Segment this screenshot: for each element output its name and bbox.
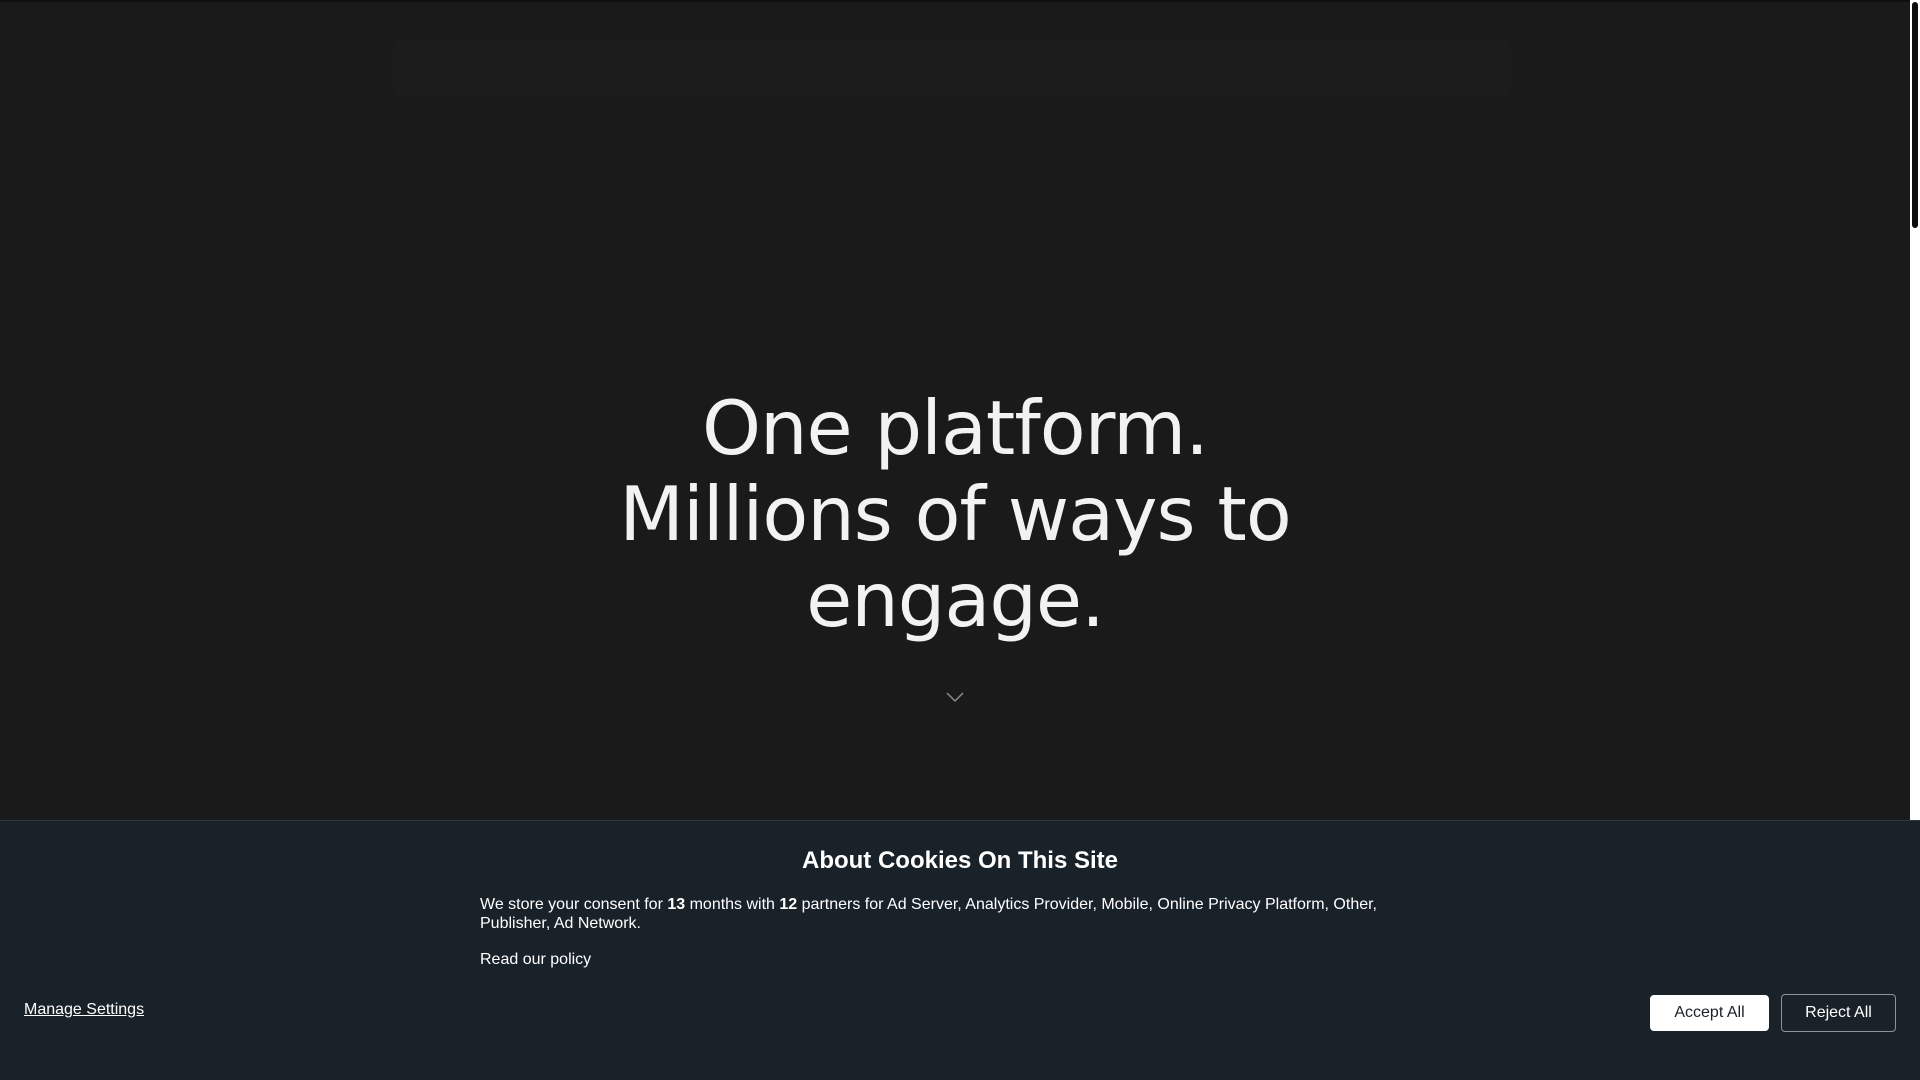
hero-line-1: One platform. — [701, 384, 1209, 472]
navigation-bar — [392, 40, 1512, 96]
hero-heading: One platform. Millions of ways to engage… — [0, 385, 1910, 643]
scrollbar-thumb[interactable] — [1912, 2, 1918, 228]
read-policy-link[interactable]: Read our policy — [480, 951, 591, 969]
hero-line-2: Millions of ways to — [619, 470, 1291, 558]
reject-all-button[interactable]: Reject All — [1781, 994, 1896, 1032]
top-edge — [0, 0, 1910, 2]
hero-line-3: engage. — [806, 556, 1105, 644]
cookie-consent-text: We store your consent for 13 months with… — [480, 895, 1420, 933]
cookie-banner-title: About Cookies On This Site — [801, 847, 1119, 874]
consent-months: 13 — [667, 896, 686, 913]
scrollbar[interactable] — [1910, 0, 1920, 820]
consent-text-middle: months with — [685, 896, 780, 913]
accept-all-button[interactable]: Accept All — [1650, 995, 1769, 1031]
consent-partners-count: 12 — [779, 896, 798, 913]
cookie-banner: About Cookies On This Site We store your… — [0, 820, 1920, 1080]
chevron-down-icon[interactable] — [945, 690, 965, 704]
manage-settings-link[interactable]: Manage Settings — [24, 1001, 144, 1019]
consent-text-prefix: We store your consent for — [480, 896, 668, 913]
page: One platform. Millions of ways to engage… — [0, 0, 1920, 1080]
